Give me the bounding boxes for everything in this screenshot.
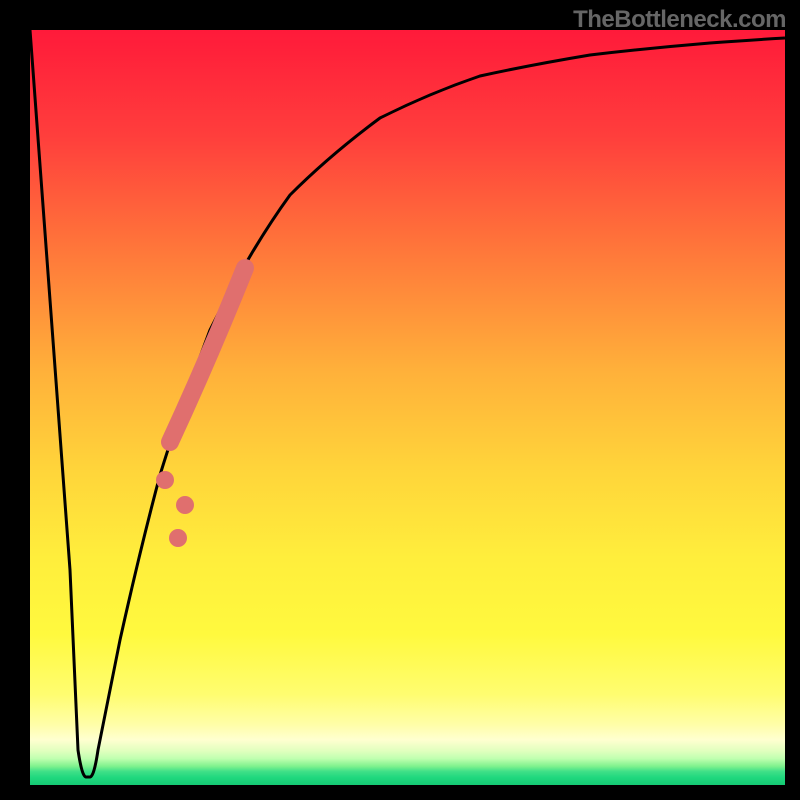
curve-svg — [30, 30, 785, 785]
highlight-dot — [176, 496, 194, 514]
bottleneck-curve — [30, 30, 785, 777]
highlight-segment — [170, 268, 245, 442]
chart-frame: TheBottleneck.com — [0, 0, 800, 800]
highlight-dot — [169, 529, 187, 547]
plot-area — [30, 30, 785, 785]
highlight-dot — [156, 471, 174, 489]
